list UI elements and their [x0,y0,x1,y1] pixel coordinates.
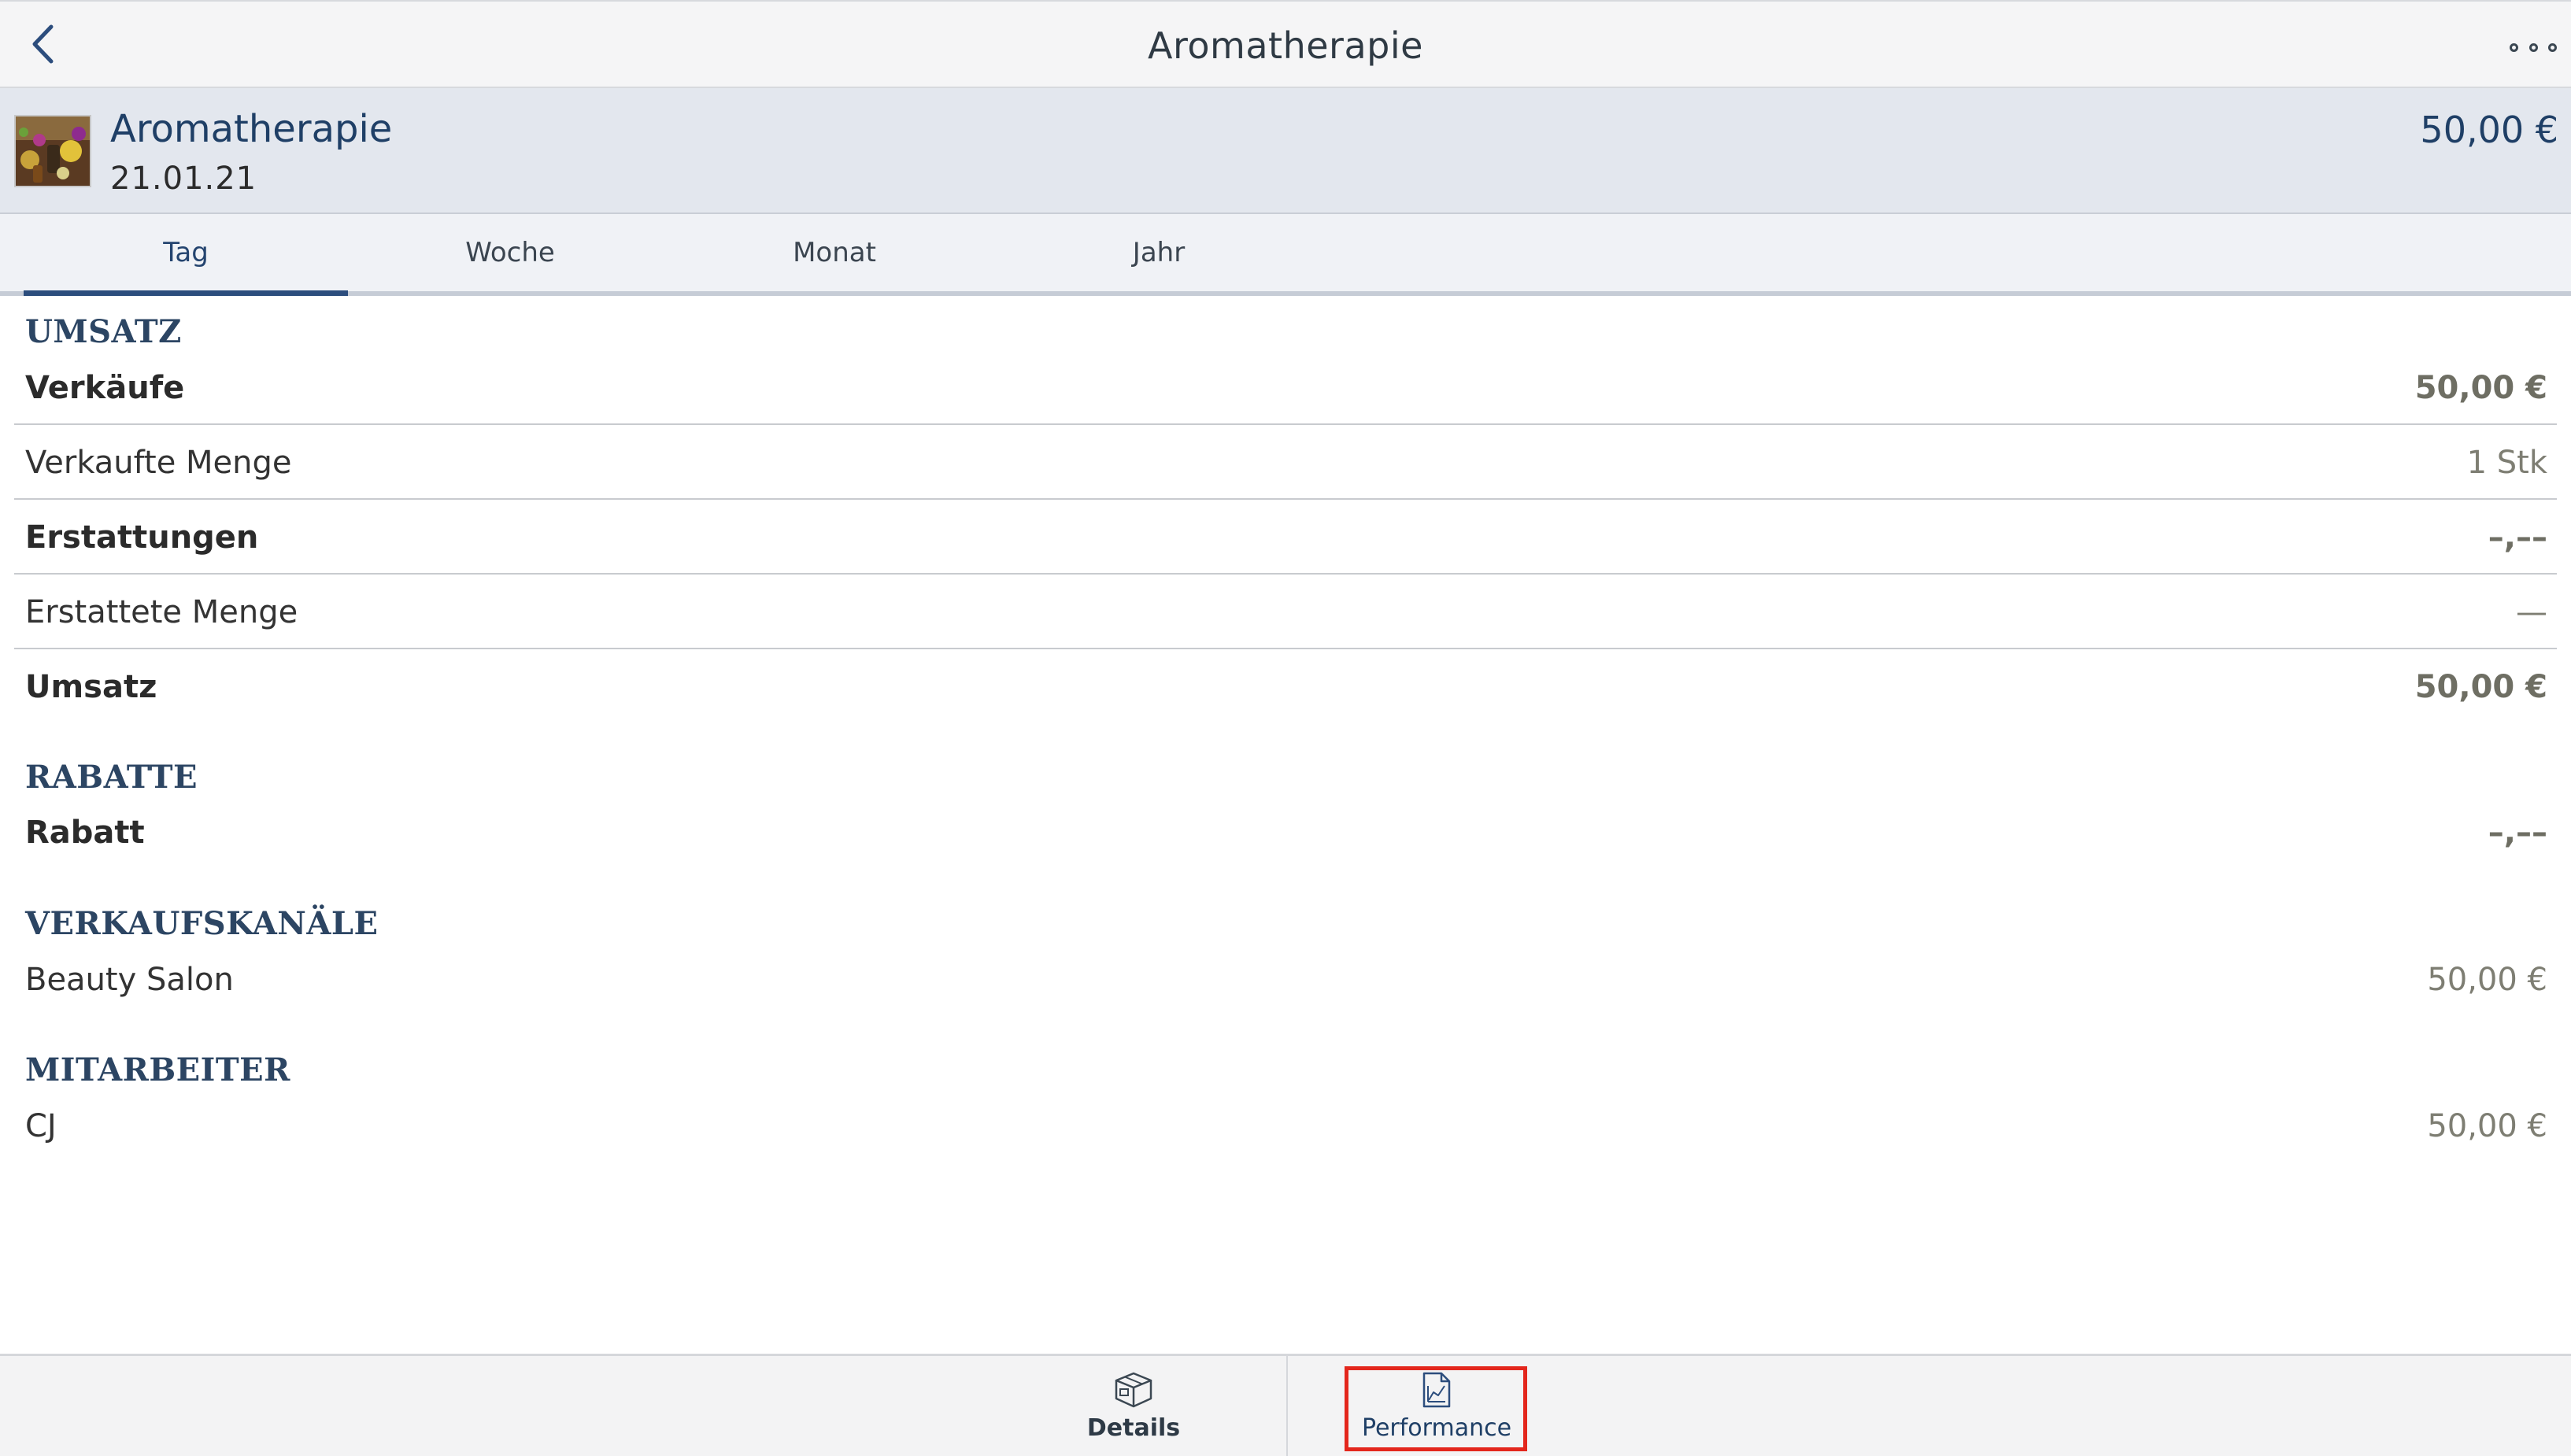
product-thumbnail [14,115,91,187]
row-value: 50,00 € [2427,1108,2547,1144]
section-verkaufskanaele-title: VERKAUFSKANÄLE [25,905,379,942]
list-item: Verkaufte Menge 1 Stk [14,426,2557,500]
page-title: Aromatherapie [1148,24,1423,67]
tab-details-label: Details [1086,1414,1181,1442]
row-value: 50,00 € [2414,669,2547,705]
section-rabatte-title: RABATTE [25,759,198,796]
list-item: Verkäufe 50,00 € [14,351,2557,425]
bottom-tab-bar: Details Performance [0,1354,2571,1456]
product-date: 21.01.21 [110,161,257,197]
row-label: Umsatz [25,669,157,705]
tab-details[interactable]: Details [1055,1356,1212,1456]
tab-performance[interactable]: Performance [1346,1356,1527,1456]
more-button[interactable] [2510,31,2557,63]
list-item: Beauty Salon 50,00 € [14,943,2557,1017]
row-label: Rabatt [25,815,145,851]
row-label: Erstattete Menge [25,594,298,630]
row-value: –,–– [2488,815,2547,851]
row-value: — [2516,594,2547,630]
tab-monat[interactable]: Monat [672,214,997,291]
product-name: Aromatherapie [110,107,393,151]
section-umsatz-title: UMSATZ [25,313,182,350]
list-item: Umsatz 50,00 € [14,650,2557,724]
row-value: 50,00 € [2414,370,2547,406]
row-value: 50,00 € [2427,962,2547,998]
list-item: Erstattete Menge — [14,575,2557,649]
box-icon [1115,1372,1152,1408]
product-price: 50,00 € [2420,109,2558,151]
tab-performance-label: Performance [1361,1414,1512,1442]
period-tabs: Tag Woche Monat Jahr [0,214,2571,296]
row-label: CJ [25,1108,57,1144]
list-item: Erstattungen –,–– [14,501,2557,575]
list-item: CJ 50,00 € [14,1089,2557,1163]
more-icon [2510,42,2518,52]
list-item: Rabatt –,–– [14,796,2557,870]
row-label: Erstattungen [25,519,259,556]
chart-document-icon [1422,1372,1451,1408]
navigation-bar: Aromatherapie [0,0,2571,88]
row-value: 1 Stk [2466,445,2547,481]
tab-tag[interactable]: Tag [24,214,348,296]
tab-divider [1286,1356,1288,1456]
tab-jahr[interactable]: Jahr [997,214,1321,291]
product-performance-screen: Aromatherapie Aromatherapie 21.01.21 50,… [0,0,2571,1456]
more-icon [2528,42,2538,52]
row-label: Verkäufe [25,370,185,406]
row-label: Verkaufte Menge [25,445,292,481]
section-mitarbeiter-title: MITARBEITER [25,1051,290,1088]
tab-woche[interactable]: Woche [348,214,672,291]
row-label: Beauty Salon [25,962,234,998]
row-value: –,–– [2488,519,2547,556]
more-icon [2548,42,2557,52]
product-header: Aromatherapie 21.01.21 50,00 € [0,88,2571,214]
